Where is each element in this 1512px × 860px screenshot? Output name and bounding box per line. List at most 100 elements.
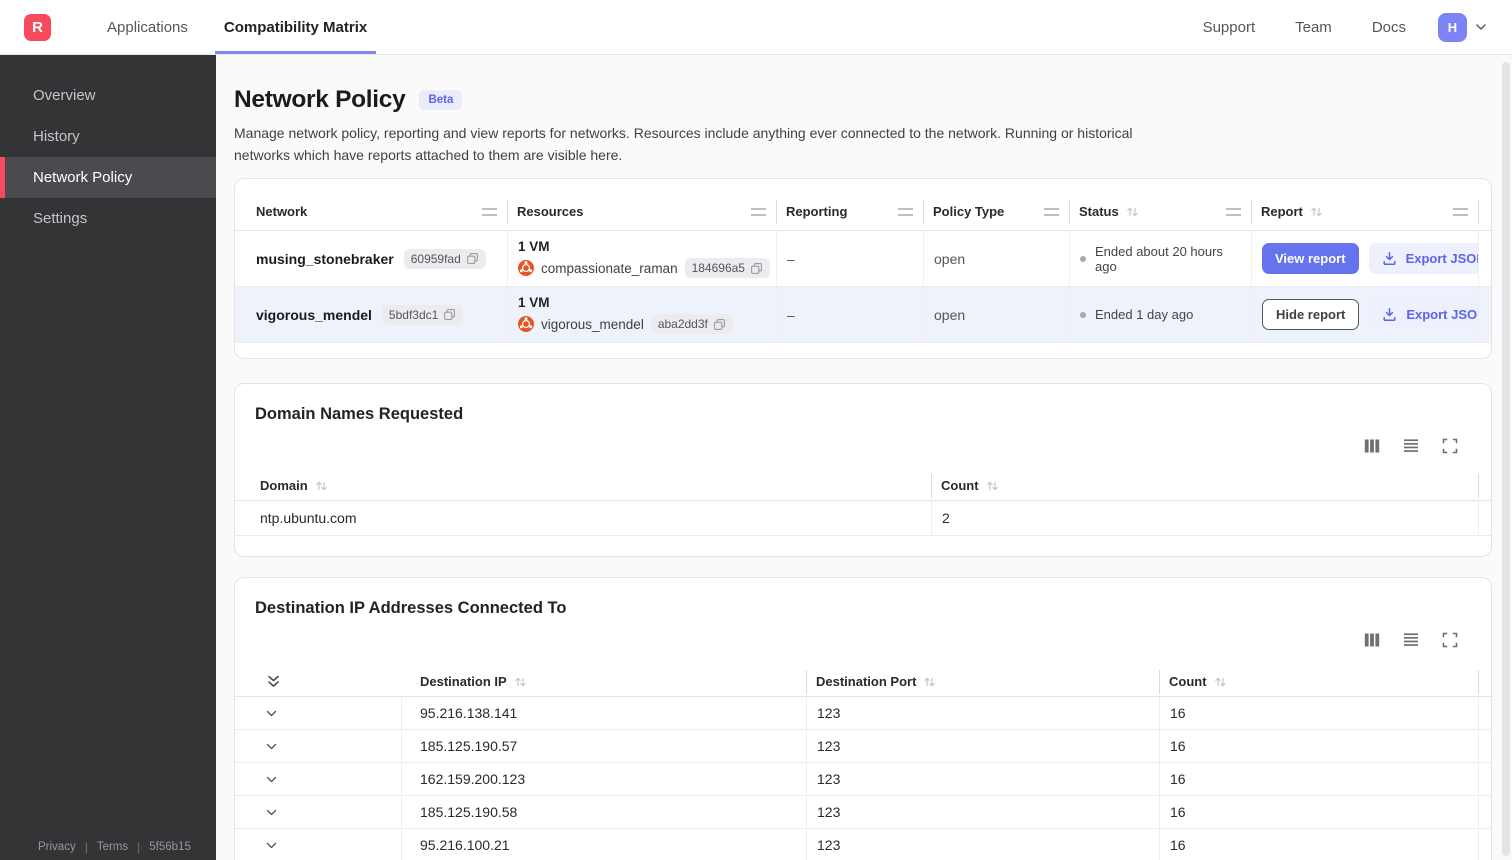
- copy-icon[interactable]: [713, 318, 726, 331]
- column-header-destination-ip[interactable]: Destination IP: [402, 669, 807, 694]
- column-label: Domain: [260, 478, 308, 493]
- export-json-button[interactable]: Export JSON: [1369, 299, 1478, 330]
- main-content: Network Policy Beta Manage network polic…: [216, 55, 1512, 860]
- copy-icon[interactable]: [750, 262, 763, 275]
- networks-table-body: musing_stonebraker 60959fad 1 VM compass…: [235, 231, 1491, 343]
- column-header-status[interactable]: Status: [1070, 199, 1252, 224]
- nav-link-team[interactable]: Team: [1295, 19, 1332, 36]
- sort-icon[interactable]: [1214, 676, 1227, 688]
- network-cell: vigorous_mendel 5bdf3dc1: [235, 287, 508, 342]
- chevron-down-icon[interactable]: [265, 697, 278, 729]
- fullscreen-icon[interactable]: [1442, 632, 1458, 648]
- chevron-down-icon[interactable]: [265, 763, 278, 795]
- column-header-reporting: Reporting: [777, 199, 924, 224]
- app-logo[interactable]: R: [24, 13, 51, 41]
- destination-port-cell: 123: [807, 796, 1160, 828]
- sidebar-item[interactable]: Overview: [0, 75, 216, 116]
- copy-icon[interactable]: [466, 252, 479, 265]
- status-dot: [1080, 311, 1086, 318]
- fullscreen-icon[interactable]: [1442, 438, 1458, 454]
- report-toggle-button[interactable]: View report: [1262, 243, 1359, 274]
- ubuntu-icon: [518, 316, 534, 332]
- columns-icon[interactable]: [1364, 632, 1380, 648]
- rows-icon[interactable]: [1403, 438, 1419, 454]
- page-scrollbar[interactable]: [1502, 62, 1510, 856]
- column-resize-icon[interactable]: [1453, 207, 1468, 216]
- destination-port-cell: 123: [807, 730, 1160, 762]
- terms-link[interactable]: Terms: [97, 841, 128, 853]
- download-icon: [1382, 251, 1397, 266]
- user-menu[interactable]: H: [1438, 12, 1488, 42]
- column-header-destination-port[interactable]: Destination Port: [807, 669, 1160, 694]
- resource-id-badge: 184696a5: [684, 258, 770, 278]
- column-label: Policy Type: [933, 204, 1005, 219]
- sort-icon[interactable]: [315, 480, 328, 492]
- nav-link-docs[interactable]: Docs: [1372, 19, 1406, 36]
- sort-icon[interactable]: [923, 676, 936, 688]
- network-name: vigorous_mendel: [256, 306, 372, 323]
- resources-summary: 1 VM: [518, 295, 550, 310]
- destination-row: 95.216.100.21 123 16: [235, 829, 1491, 860]
- destinations-card: Destination IP Addresses Connected To De…: [234, 577, 1492, 860]
- sidebar-item[interactable]: History: [0, 116, 216, 157]
- tab-applications[interactable]: Applications: [98, 0, 197, 54]
- network-id: 5bdf3dc1: [388, 307, 439, 322]
- column-resize-icon[interactable]: [482, 207, 497, 216]
- count-cell: 16: [1160, 829, 1479, 860]
- chevron-down-icon[interactable]: [265, 829, 278, 860]
- domains-card-title: Domain Names Requested: [255, 405, 464, 423]
- sort-icon[interactable]: [986, 480, 999, 492]
- sidebar-item-label: Settings: [33, 210, 88, 227]
- divider: |: [84, 840, 88, 854]
- network-id-badge: 5bdf3dc1: [381, 304, 464, 325]
- nav-link-support[interactable]: Support: [1203, 19, 1256, 36]
- destination-row: 185.125.190.58 123 16: [235, 796, 1491, 829]
- privacy-link[interactable]: Privacy: [38, 841, 76, 853]
- chevron-down-icon[interactable]: [265, 796, 278, 828]
- chevron-down-icon[interactable]: [1474, 20, 1488, 34]
- column-header-report[interactable]: Report: [1252, 199, 1479, 224]
- rows-icon[interactable]: [1403, 632, 1419, 648]
- sort-icon[interactable]: [514, 676, 527, 688]
- column-header-count[interactable]: Count: [1160, 669, 1479, 694]
- sidebar: Overview History Network Policy Settings…: [0, 55, 216, 860]
- resource-id: aba2dd3f: [657, 317, 708, 331]
- network-cell: musing_stonebraker 60959fad: [235, 231, 508, 286]
- column-resize-icon[interactable]: [898, 207, 913, 216]
- domains-table-header: Domain Count: [235, 471, 1491, 501]
- columns-icon[interactable]: [1364, 438, 1380, 454]
- sidebar-item[interactable]: Network Policy: [0, 157, 216, 198]
- column-label: Status: [1079, 204, 1119, 219]
- column-resize-icon[interactable]: [1226, 207, 1241, 216]
- column-header-domain[interactable]: Domain: [235, 473, 932, 498]
- sort-icon[interactable]: [1310, 206, 1323, 218]
- count-cell: 16: [1160, 730, 1479, 762]
- sort-icon[interactable]: [1126, 206, 1139, 218]
- count-cell: 16: [1160, 763, 1479, 795]
- nav-tabs: Applications Compatibility Matrix: [89, 0, 385, 54]
- tab-compatibility-matrix[interactable]: Compatibility Matrix: [214, 0, 377, 54]
- column-resize-icon[interactable]: [1044, 207, 1059, 216]
- status-dot: [1080, 255, 1086, 262]
- destination-ip-cell: 185.125.190.58: [402, 796, 807, 828]
- sidebar-footer: Privacy | Terms | 5f56b15: [0, 840, 216, 854]
- destination-ip-cell: 95.216.100.21: [402, 829, 807, 860]
- column-resize-icon[interactable]: [751, 207, 766, 216]
- ubuntu-icon: [518, 260, 534, 276]
- sidebar-item[interactable]: Settings: [0, 198, 216, 239]
- domains-table-body: ntp.ubuntu.com 2: [235, 501, 1491, 536]
- avatar[interactable]: H: [1438, 12, 1467, 42]
- copy-icon[interactable]: [443, 308, 456, 321]
- sidebar-item-label: History: [33, 128, 80, 145]
- expand-all-icon[interactable]: [266, 670, 281, 694]
- export-json-button[interactable]: Export JSON: [1368, 243, 1478, 274]
- table-toolbar: [235, 437, 1491, 455]
- page-title: Network Policy: [234, 86, 406, 113]
- report-toggle-button[interactable]: Hide report: [1262, 299, 1360, 330]
- network-id-badge: 60959fad: [403, 248, 486, 269]
- chevron-down-icon[interactable]: [265, 730, 278, 762]
- destination-port-cell: 123: [807, 829, 1160, 860]
- column-header-count[interactable]: Count: [932, 473, 1479, 498]
- destinations-card-title: Destination IP Addresses Connected To: [255, 599, 567, 617]
- expander-cell: [235, 829, 402, 860]
